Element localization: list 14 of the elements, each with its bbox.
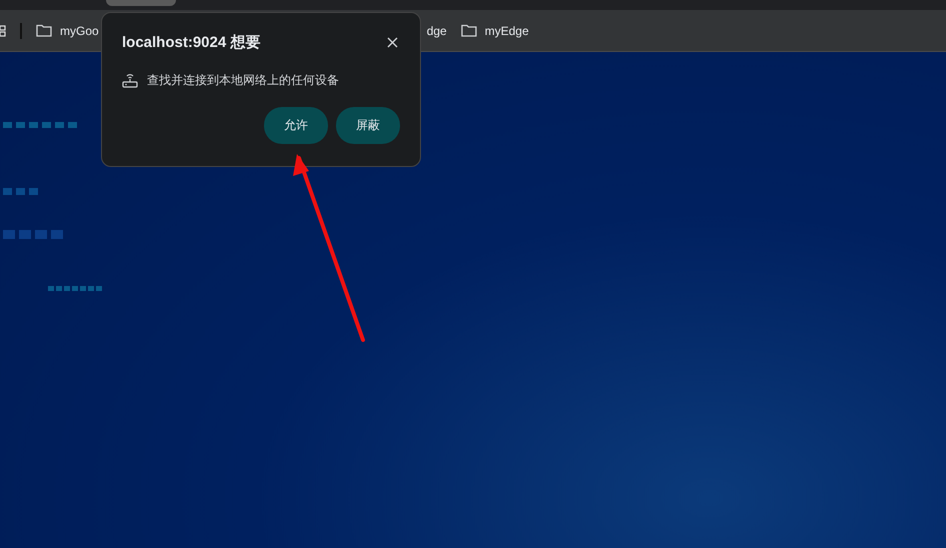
permission-text: 查找并连接到本地网络上的任何设备 bbox=[147, 72, 339, 89]
allow-button[interactable]: 允许 bbox=[264, 107, 328, 144]
apps-grid-icon[interactable] bbox=[0, 24, 6, 36]
folder-icon bbox=[460, 24, 477, 37]
popup-title: localhost:9024 想要 bbox=[122, 33, 260, 52]
close-icon bbox=[387, 37, 398, 48]
bookmark-item[interactable]: myGoo bbox=[36, 18, 99, 44]
close-button[interactable] bbox=[385, 35, 400, 50]
separator-icon bbox=[20, 22, 22, 38]
block-button[interactable]: 屏蔽 bbox=[336, 107, 400, 144]
folder-icon bbox=[36, 24, 52, 37]
bookmark-item[interactable]: dge bbox=[426, 18, 447, 44]
router-icon bbox=[122, 73, 138, 88]
bookmark-item[interactable]: myEdge bbox=[460, 18, 529, 44]
